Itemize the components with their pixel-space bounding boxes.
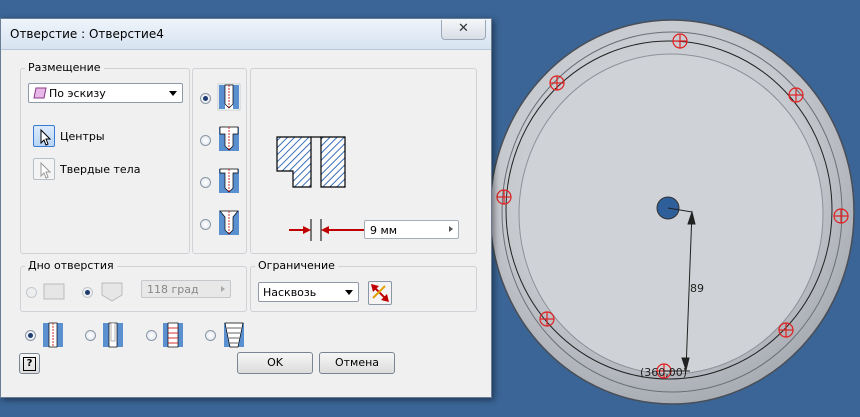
bottom-angle-input[interactable]: 118 град: [141, 280, 231, 298]
hole-marker: [788, 87, 804, 103]
thread-tapped-radio[interactable]: [146, 330, 157, 341]
thread-taper-radio[interactable]: [205, 330, 216, 341]
bottom-angle-radio[interactable]: [82, 287, 93, 298]
bottom-flat-radio[interactable]: [26, 287, 37, 298]
ok-button[interactable]: OK: [237, 352, 313, 374]
hole-type-drilled-radio[interactable]: [200, 93, 211, 104]
termination-group: Ограничение Насквозь: [250, 259, 477, 312]
dimension-radius-label[interactable]: 89: [690, 282, 704, 295]
hole-type-counterbore-radio[interactable]: [200, 135, 211, 146]
hole-section-diagram: [276, 136, 346, 188]
termination-title: Ограничение: [255, 259, 338, 272]
simple-hole-icon[interactable]: [41, 321, 65, 349]
thread-simple-radio[interactable]: [25, 330, 36, 341]
placement-group: Размещение По эскизу Центры Твердые тела: [20, 61, 190, 254]
centers-select-button[interactable]: [33, 125, 55, 147]
hole-dialog: Отверстие : Отверстие4 ✕ Размещение По э…: [0, 18, 492, 398]
cursor-arrow-icon: [40, 128, 52, 146]
clearance-hole-icon[interactable]: [101, 321, 125, 349]
termination-value: Насквозь: [263, 286, 317, 299]
hole-type-countersink-radio[interactable]: [200, 219, 211, 230]
flip-direction-button[interactable]: [368, 281, 392, 305]
hole-type-spotface-radio[interactable]: [200, 177, 211, 188]
centers-label: Центры: [60, 130, 105, 143]
bottom-angle-value: 118 град: [147, 283, 199, 296]
termination-select[interactable]: Насквозь: [258, 282, 359, 302]
diameter-input[interactable]: 9 мм: [364, 220, 459, 239]
hole-type-group: [192, 68, 247, 254]
placement-mode-value: По эскизу: [49, 87, 106, 100]
spotface-hole-icon[interactable]: [217, 167, 241, 195]
close-button[interactable]: ✕: [441, 20, 486, 40]
hole-marker: [672, 33, 688, 49]
dialog-titlebar[interactable]: Отверстие : Отверстие4 ✕: [1, 19, 491, 50]
counterbore-hole-icon[interactable]: [217, 125, 241, 153]
flat-bottom-icon: [43, 283, 65, 300]
diameter-value: 9 мм: [370, 224, 398, 237]
chevron-right-icon[interactable]: [449, 226, 453, 232]
hole-marker: [496, 189, 512, 205]
countersink-hole-icon[interactable]: [217, 209, 241, 237]
cursor-arrow-icon: [40, 161, 52, 179]
close-icon: ✕: [458, 21, 469, 36]
cancel-button[interactable]: Отмена: [319, 352, 395, 374]
thread-clearance-radio[interactable]: [85, 330, 96, 341]
placement-mode-select[interactable]: По эскизу: [28, 83, 183, 103]
hole-preview-panel: 9 мм: [250, 68, 477, 254]
hole-marker: [778, 322, 794, 338]
diameter-dimension-arrows: [289, 219, 367, 241]
drilled-hole-icon[interactable]: [217, 83, 241, 111]
taper-tapped-hole-icon[interactable]: [222, 321, 246, 349]
solids-label: Твердые тела: [60, 163, 141, 176]
hole-bottom-title: Дно отверстия: [25, 259, 117, 272]
flip-direction-icon: [371, 284, 389, 302]
chevron-right-icon[interactable]: [221, 286, 225, 292]
hole-marker: [833, 208, 849, 224]
angle-bottom-icon: [101, 282, 123, 302]
help-icon: ?: [23, 357, 36, 371]
hole-marker: [539, 311, 555, 327]
hole-marker: [549, 75, 565, 91]
help-button[interactable]: ?: [19, 353, 40, 374]
tapped-hole-icon[interactable]: [161, 321, 185, 349]
sketch-icon: [33, 87, 47, 99]
hole-bottom-group: Дно отверстия 118 град: [20, 259, 247, 312]
chevron-down-icon: [345, 290, 353, 295]
solids-select-button[interactable]: [33, 158, 55, 180]
dialog-title: Отверстие : Отверстие4: [10, 27, 164, 41]
chevron-down-icon: [169, 91, 177, 96]
dimension-angle-label[interactable]: (360,00): [640, 366, 687, 379]
placement-group-title: Размещение: [25, 61, 104, 74]
